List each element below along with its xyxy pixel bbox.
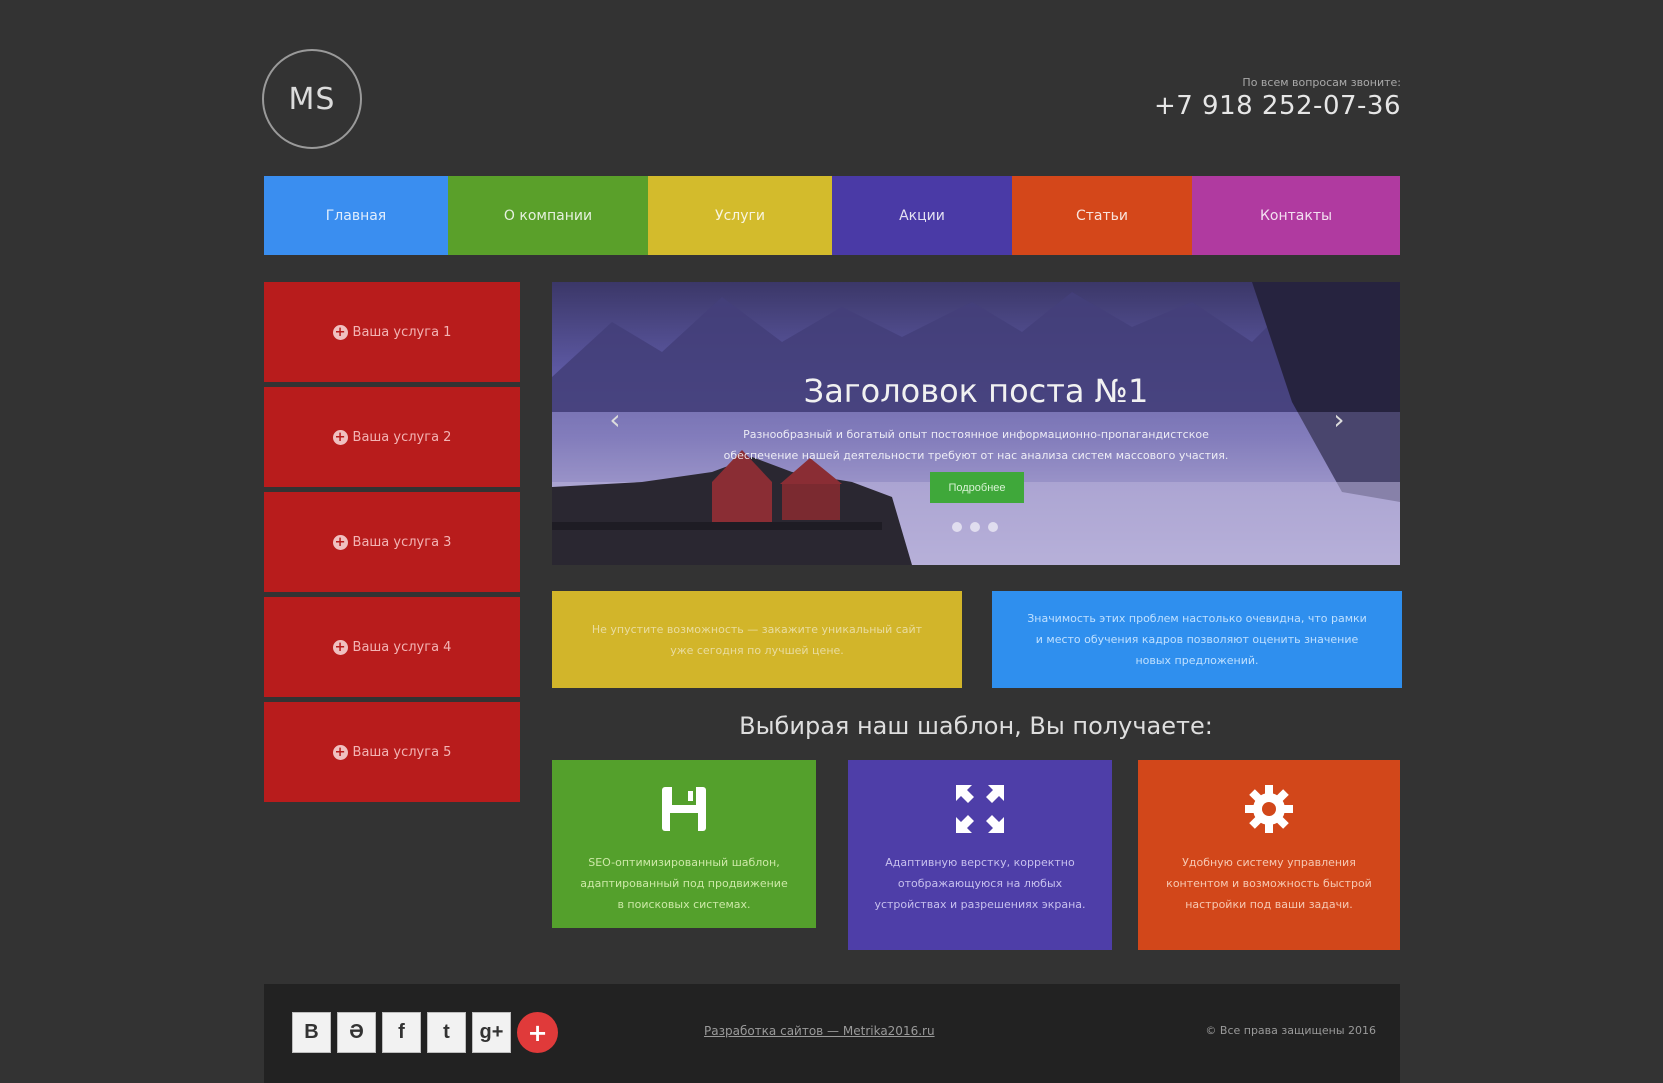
gear-icon [1162, 780, 1376, 838]
nav-item-label: Статьи [1075, 207, 1128, 224]
nav-item-contacts[interactable]: Контакты [1192, 176, 1400, 255]
contact-label: По всем вопросам звоните: [1242, 76, 1401, 89]
sidebar-item-label: Ваша услуга 3 [352, 534, 452, 550]
hero-slider: Заголовок поста №1 Разнообразный и богат… [552, 282, 1400, 565]
nav-item-label: Услуги [715, 207, 765, 224]
feature-text: Адаптивную верстку, корректно отображающ… [874, 856, 1086, 911]
footer: В Ә f t g+ + Разработка сайтов — Metrika… [264, 984, 1400, 1083]
main-nav: Главная О компании Услуги Акции Статьи К… [264, 176, 1400, 255]
nav-item-label: Контакты [1259, 207, 1333, 224]
sidebar-item-service-5[interactable]: + Ваша услуга 5 [264, 702, 520, 802]
facebook-icon[interactable]: f [382, 1012, 421, 1053]
promo-text: Значимость этих проблем настолько очевид… [1027, 612, 1367, 667]
developer-link[interactable]: Разработка сайтов — Metrika2016.ru [704, 1024, 935, 1038]
slide-dot[interactable] [970, 522, 980, 532]
phone-number[interactable]: +7 918 252-07-36 [1154, 91, 1401, 121]
feature-card-responsive: Адаптивную верстку, корректно отображающ… [848, 760, 1112, 950]
nav-item-services[interactable]: Услуги [648, 176, 832, 255]
plus-circle-icon: + [332, 534, 348, 550]
sidebar-item-service-4[interactable]: + Ваша услуга 4 [264, 597, 520, 697]
features-heading: Выбирая наш шаблон, Вы получаете: [739, 712, 1213, 740]
page: MS По всем вопросам звоните: +7 918 252-… [0, 0, 1663, 1083]
sidebar-item-label: Ваша услуга 1 [352, 324, 452, 340]
nav-item-home[interactable]: Главная [264, 176, 448, 255]
services-sidebar: + Ваша услуга 1 + Ваша услуга 2 + Ваша услу… [264, 282, 520, 807]
save-icon [576, 780, 792, 838]
plus-circle-icon: + [332, 744, 348, 760]
nav-item-label: Акции [899, 207, 945, 224]
google-plus-icon[interactable]: g+ [472, 1012, 511, 1053]
logo-text: MS [288, 81, 336, 117]
logo[interactable]: MS [262, 49, 362, 149]
social-links: В Ә f t g+ + [292, 1012, 558, 1053]
sidebar-item-label: Ваша услуга 2 [352, 429, 452, 445]
sidebar-item-service-3[interactable]: + Ваша услуга 3 [264, 492, 520, 592]
sidebar-item-service-1[interactable]: + Ваша услуга 1 [264, 282, 520, 382]
nav-item-articles[interactable]: Статьи [1012, 176, 1192, 255]
sidebar-item-label: Ваша услуга 5 [352, 744, 452, 760]
slide-more-button[interactable]: Подробнее [930, 472, 1024, 503]
plus-circle-icon: + [332, 324, 348, 340]
twitter-icon[interactable]: t [427, 1012, 466, 1053]
sidebar-item-service-2[interactable]: + Ваша услуга 2 [264, 387, 520, 487]
sidebar-item-label: Ваша услуга 4 [352, 639, 452, 655]
copyright: © Все права защищены 2016 [1205, 1024, 1376, 1037]
feature-text: SEO-оптимизированный шаблон, адаптирован… [580, 856, 788, 911]
chevron-left-icon[interactable]: ‹ [600, 403, 630, 436]
nav-item-label: О компании [503, 207, 593, 224]
promo-text: Не упустите возможность — закажите уника… [591, 622, 923, 657]
slide-dots [952, 522, 998, 532]
expand-icon [872, 780, 1088, 838]
slide-title: Заголовок поста №1 [803, 372, 1149, 410]
contact-block: По всем вопросам звоните: +7 918 252-07-… [1154, 76, 1401, 121]
slide-dot[interactable] [988, 522, 998, 532]
plus-icon[interactable]: + [517, 1012, 558, 1053]
feature-card-seo: SEO-оптимизированный шаблон, адаптирован… [552, 760, 816, 928]
chevron-right-icon[interactable]: › [1324, 403, 1354, 436]
plus-circle-icon: + [332, 639, 348, 655]
nav-item-label: Главная [325, 207, 387, 224]
vk-icon[interactable]: В [292, 1012, 331, 1053]
feature-card-settings: Удобную систему управления контентом и в… [1138, 760, 1400, 950]
slide-text: Разнообразный и богатый опыт постоянное … [723, 428, 1229, 462]
nav-item-about[interactable]: О компании [448, 176, 648, 255]
slide-dot[interactable] [952, 522, 962, 532]
promo-box-yellow: Не упустите возможность — закажите уника… [552, 591, 962, 688]
plus-circle-icon: + [332, 429, 348, 445]
promo-box-blue: Значимость этих проблем настолько очевид… [992, 591, 1402, 688]
nav-item-promotions[interactable]: Акции [832, 176, 1012, 255]
odnoklassniki-icon[interactable]: Ә [337, 1012, 376, 1053]
feature-text: Удобную систему управления контентом и в… [1166, 856, 1372, 911]
